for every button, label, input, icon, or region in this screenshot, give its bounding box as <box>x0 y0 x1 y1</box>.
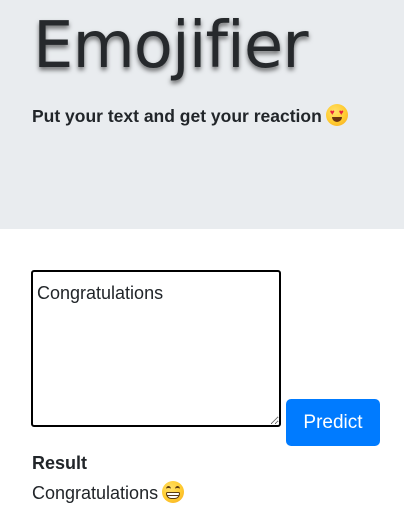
result-text: Congratulations <box>32 483 159 503</box>
predict-button[interactable]: Predict <box>286 399 380 446</box>
grinning-face-icon <box>162 481 185 503</box>
tagline-text: Put your text and get your reaction <box>32 106 322 126</box>
tagline: Put your text and get your reaction ♥ ♥ <box>32 104 348 128</box>
result-value: Congratulations <box>32 481 185 505</box>
app-title: Emojifier <box>33 9 308 83</box>
header-jumbotron: Emojifier Put your text and get your rea… <box>0 0 404 229</box>
text-input[interactable]: Congratulations <box>31 270 281 427</box>
result-label: Result <box>32 453 88 473</box>
heart-eyes-face-icon: ♥ ♥ <box>325 104 348 126</box>
